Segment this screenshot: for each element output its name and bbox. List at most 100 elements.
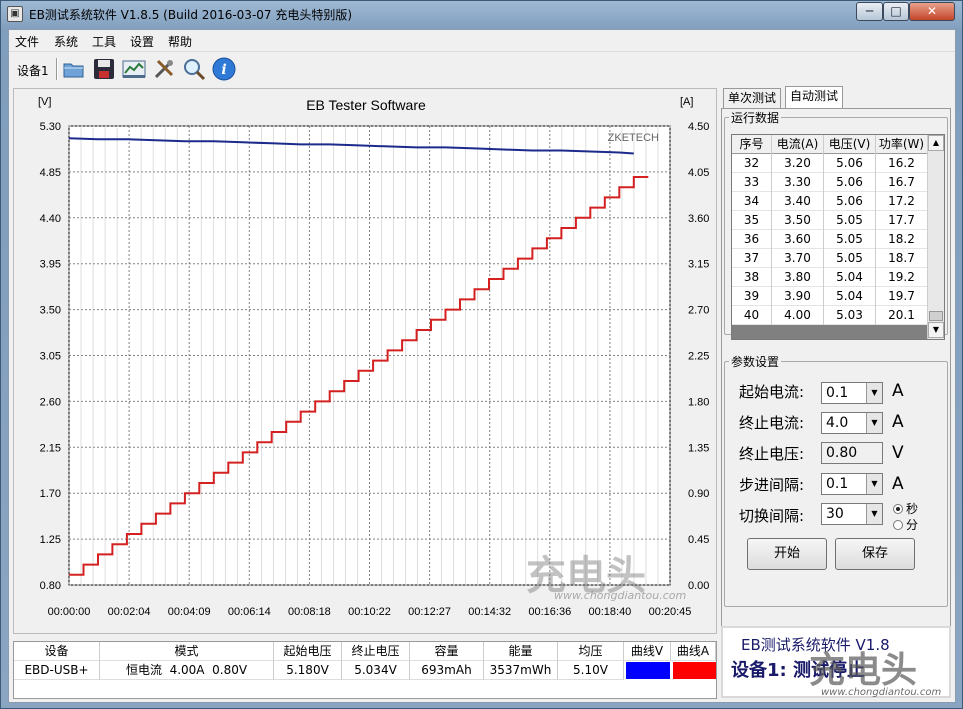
zoom-icon[interactable] [181,56,207,82]
summary-header: 曲线A [671,642,716,661]
row-voltage: 5.03 [824,306,876,325]
start-current-label: 起始电流: [739,383,805,401]
row-index: 36 [732,230,772,249]
step-interval-combo[interactable]: 0.1 ▼ [821,473,883,495]
table-row[interactable]: 39 3.90 5.04 19.7 [732,287,928,306]
save-icon[interactable] [91,56,117,82]
table-row[interactable]: 33 3.30 5.06 16.7 [732,173,928,192]
table-row[interactable]: 40 4.00 5.03 20.1 [732,306,928,325]
menu-system[interactable]: 系统 [54,33,78,50]
chart-panel: EB Tester Software [V] [A] 5.30 4.50 4.85 4… [13,88,717,634]
switch-interval-value: 30 [826,506,844,522]
chart-brand: ZKETECH [608,132,659,144]
title-bar[interactable]: ▣ EB测试系统软件 V1.8.5 (Build 2016-03-07 充电头特… [1,1,962,27]
table-row[interactable]: 37 3.70 5.05 18.7 [732,249,928,268]
y-right-tick-label: 0.45 [688,534,709,546]
row-power: 17.7 [876,211,928,230]
start-button[interactable]: 开始 [747,538,827,570]
y-right-tick-label: 4.50 [688,121,709,133]
row-index: 39 [732,287,772,306]
tab-body: 运行数据 序号 电流(A) 电压(V) 功率(W) 32 3.20 5.06 16.2… [721,108,951,628]
menu-help[interactable]: 帮助 [168,33,192,50]
table-row[interactable]: 36 3.60 5.05 18.2 [732,230,928,249]
scroll-thumb[interactable] [929,311,943,321]
row-index: 33 [732,173,772,192]
tab-auto-test[interactable]: 自动测试 [785,86,844,108]
step-interval-value: 0.1 [826,476,849,492]
summary-header: 起始电压 [274,642,342,661]
right-axis-unit: [A] [680,96,693,108]
radio-minutes[interactable]: 分 [893,516,918,533]
radio-selected-icon [893,504,903,514]
row-voltage: 5.04 [824,287,876,306]
grid-selection-bar [732,325,928,339]
row-current: 3.40 [772,192,824,211]
summary-header: 模式 [100,642,274,661]
grid-scrollbar[interactable]: ▲ ▼ [927,135,944,339]
curve-a-swatch[interactable] [673,662,716,679]
scroll-up-icon[interactable]: ▲ [928,135,944,151]
summary-mode: 恒电流 4.00A 0.80V [100,661,274,680]
chevron-down-icon[interactable]: ▼ [866,504,882,524]
radio-unselected-icon [893,520,903,530]
y-left-tick-label: 3.95 [40,259,61,271]
radio-minutes-label: 分 [906,518,919,532]
grid-header: 序号 [732,135,772,154]
stop-current-label: 终止电流: [739,414,805,432]
summary-header: 容量 [410,642,484,661]
switch-interval-combo[interactable]: 30 ▼ [821,503,883,525]
x-tick-label: 00:02:04 [108,606,151,618]
close-button[interactable]: ✕ [909,2,955,21]
summary-table: 设备 模式 起始电压 终止电压 容量 能量 均压 曲线V 曲线A EBD-USB… [13,641,717,699]
table-row[interactable]: 34 3.40 5.06 17.2 [732,192,928,211]
stop-current-combo[interactable]: 4.0 ▼ [821,412,883,434]
table-row[interactable]: 32 3.20 5.06 16.2 [732,154,928,173]
grid-header: 电流(A) [772,135,824,154]
app-window: ▣ EB测试系统软件 V1.8.5 (Build 2016-03-07 充电头特… [0,0,963,709]
menu-file[interactable]: 文件 [15,33,39,50]
folder-icon[interactable] [61,56,87,82]
watermark-url: www.chongdiantou.com [554,589,687,602]
run-data-grid[interactable]: 序号 电流(A) 电压(V) 功率(W) 32 3.20 5.06 16.2 33 3.3… [731,134,945,340]
summary-header: 设备 [14,642,100,661]
scroll-down-icon[interactable]: ▼ [928,322,944,338]
tools-icon[interactable] [151,56,177,82]
tab-single-test[interactable]: 单次测试 [723,88,782,108]
toolbar-separator [56,58,58,80]
stop-voltage-field[interactable]: 0.80 [821,442,883,464]
chevron-down-icon[interactable]: ▼ [866,474,882,494]
y-left-tick-label: 2.60 [40,396,61,408]
y-left-tick-label: 4.40 [40,213,61,225]
row-current: 3.70 [772,249,824,268]
curve-v-swatch[interactable] [626,662,670,679]
menu-settings[interactable]: 设置 [130,33,154,50]
table-row[interactable]: 38 3.80 5.04 19.2 [732,268,928,287]
maximize-button[interactable]: □ [883,2,909,21]
info-icon[interactable]: i [211,56,237,82]
row-index: 37 [732,249,772,268]
run-data-title: 运行数据 [729,109,782,126]
chevron-down-icon[interactable]: ▼ [866,383,882,403]
radio-seconds[interactable]: 秒 [893,500,918,517]
row-power: 17.2 [876,192,928,211]
table-row[interactable]: 35 3.50 5.05 17.7 [732,211,928,230]
start-current-combo[interactable]: 0.1 ▼ [821,382,883,404]
menu-tools[interactable]: 工具 [92,33,116,50]
client-area: 文件 系统 工具 设置 帮助 设备1 i EB Tester Software … [8,29,956,703]
minimize-button[interactable]: ─ [856,2,883,21]
row-power: 16.2 [876,154,928,173]
row-voltage: 5.05 [824,211,876,230]
y-right-tick-label: 4.05 [688,167,709,179]
y-right-tick-label: 1.80 [688,396,709,408]
summary-start-voltage: 5.180V [274,661,342,680]
device-selector[interactable]: 设备1 [17,62,49,79]
start-current-value: 0.1 [826,385,849,401]
stop-current-unit: A [892,412,904,432]
x-tick-label: 00:14:32 [468,606,511,618]
chart-title: EB Tester Software [306,97,426,113]
row-power: 19.2 [876,268,928,287]
y-left-tick-label: 3.50 [40,305,61,317]
chevron-down-icon[interactable]: ▼ [866,413,882,433]
chart-icon[interactable] [121,56,147,82]
save-button[interactable]: 保存 [835,538,915,570]
